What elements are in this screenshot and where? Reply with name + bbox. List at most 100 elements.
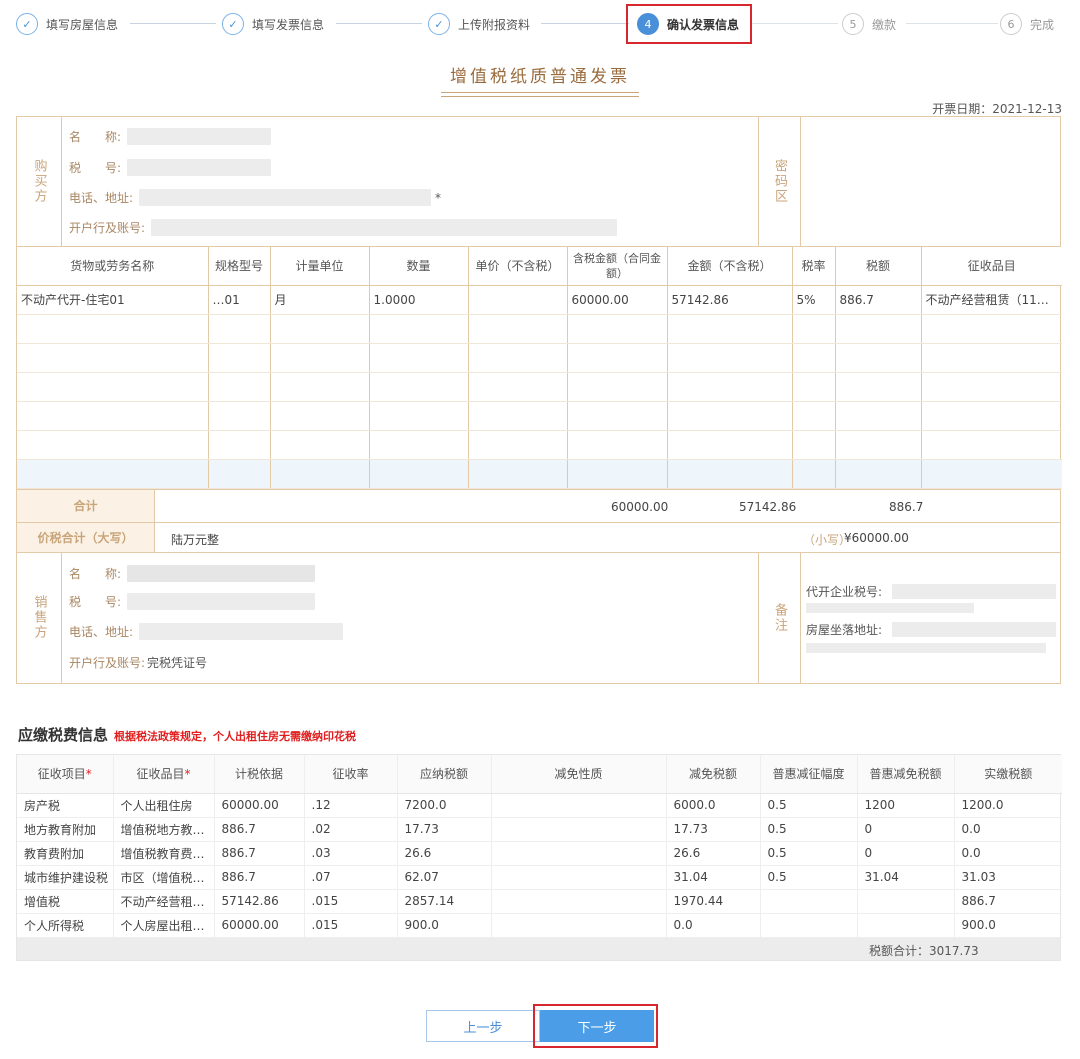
table-cell: 个人所得税 — [17, 913, 114, 938]
table-row — [17, 343, 1062, 373]
table-cell: 26.6 — [666, 841, 761, 866]
title-underline — [441, 92, 639, 93]
seller-side-label: 销售方 — [17, 552, 62, 683]
active-step-highlight — [626, 4, 752, 44]
table-row: 房产税 个人出租住房 60000.00.12 7200.0 6000.0 0.5 1200 1… — [17, 793, 1062, 818]
seller-name-label: 名 称: — [69, 566, 122, 581]
seller-tax-value — [127, 592, 316, 610]
table-cell: 1200 — [857, 793, 955, 818]
table-cell: 0.5 — [760, 817, 858, 842]
col-header: 计税依据 — [214, 755, 305, 794]
item-tax: 886.7 — [835, 285, 922, 315]
seller-bank-label: 开户行及账号: — [69, 655, 146, 670]
table-cell: 2857.14 — [397, 889, 492, 914]
buyer-phone-value — [139, 189, 432, 206]
tax-header-row: 征收项目* 征收品目* 计税依据 征收率 应纳税额 减免性质 减免税额 普惠减征… — [17, 755, 1062, 794]
step-complete: 6 完成 — [1000, 11, 1054, 37]
table-cell: 1970.44 — [666, 889, 761, 914]
table-cell — [491, 817, 667, 842]
sum-amount-excl: 57142.86 — [739, 499, 797, 514]
table-cell: 教育费附加 — [17, 841, 114, 866]
table-cell — [491, 865, 667, 890]
item-spec: …01 — [208, 285, 271, 315]
table-cell: .015 — [304, 889, 398, 914]
item-qty: 1.0000 — [369, 285, 469, 315]
item-price — [468, 285, 568, 315]
buyer-fields: 名 称: 税 号: 电话、地址: * 开户行及账号: — [63, 117, 759, 246]
table-cell: 900.0 — [954, 913, 1062, 938]
remark-company-tax: 代开企业税号: — [806, 584, 883, 599]
col-header: 减免税额 — [666, 755, 761, 794]
table-cell: 31.04 — [857, 865, 955, 890]
remark-blur — [806, 642, 1046, 653]
item-name: 不动产代开-住宅01 — [17, 285, 209, 315]
step-label: 上传附报资料 — [458, 17, 531, 32]
remark-label: 备注 — [759, 552, 801, 683]
table-cell: 62.07 — [397, 865, 492, 890]
table-cell: .07 — [304, 865, 398, 890]
step-label: 缴款 — [872, 17, 897, 32]
total-words: 陆万元整 — [171, 532, 220, 547]
col-header: 数量 — [368, 247, 469, 286]
table-cell: 60000.00 — [214, 793, 305, 818]
password-area — [802, 117, 1060, 246]
seller-bank-value: 完税凭证号 — [147, 655, 208, 670]
progress-stepper: ✓ 填写房屋信息 ✓ 填写发票信息 ✓ 上传附报资料 4 确认发票信息 5 缴款… — [0, 0, 1080, 50]
title-underline — [441, 96, 639, 97]
table-cell: 房产税 — [17, 793, 114, 818]
item-rate: 5% — [792, 285, 836, 315]
table-cell: .12 — [304, 793, 398, 818]
buyer-phone-mark: * — [435, 190, 442, 205]
check-icon: ✓ — [222, 13, 244, 35]
sum-row: 合计 60000.00 57142.86 886.7 — [17, 488, 1060, 523]
invoice-date: 开票日期：2021-12-13 — [932, 102, 1062, 116]
buyer-bank-value — [151, 219, 618, 236]
step-connector — [906, 23, 998, 24]
col-header: 税率 — [791, 247, 836, 286]
table-cell: 0.5 — [760, 865, 858, 890]
table-cell — [760, 913, 858, 938]
total-small: ¥60000.00 — [844, 530, 909, 545]
seller-name-value — [127, 564, 316, 582]
step-label: 完成 — [1030, 17, 1055, 32]
buyer-phone-label: 电话、地址: — [69, 191, 134, 205]
step-upload-attachments: ✓ 上传附报资料 — [428, 11, 530, 37]
col-header: 金额（不含税） — [666, 247, 793, 286]
table-cell: 60000.00 — [214, 913, 305, 938]
col-header: 征收率 — [304, 755, 398, 794]
table-cell: 个人出租住房 — [113, 793, 215, 818]
col-header: 征收品目 — [920, 247, 1062, 286]
table-cell: .03 — [304, 841, 398, 866]
seller-fields: 名 称: 税 号: 电话、地址: 开户行及账号: 完税凭证号 — [63, 552, 759, 683]
buyer-name-label: 名 称: — [69, 130, 122, 144]
remark-address: 房屋坐落地址: — [806, 622, 883, 637]
total-label: 价税合计（大写） — [17, 522, 155, 552]
sum-label: 合计 — [17, 489, 155, 522]
remark-blur — [892, 621, 1056, 637]
table-cell: 0 — [857, 841, 955, 866]
check-icon: ✓ — [16, 13, 38, 35]
buyer-name-row: 名 称: — [69, 128, 272, 145]
remark-blur — [892, 583, 1056, 599]
tax-policy-note: 根据税法政策规定，个人出租住房无需缴纳印花税 — [114, 730, 357, 743]
prev-step-button[interactable]: 上一步 — [426, 1010, 540, 1042]
buyer-phone-row: 电话、地址: * — [69, 189, 441, 206]
table-cell: 886.7 — [214, 817, 305, 842]
table-row: 教育费附加 增值税教育费… 886.7.03 26.6 26.6 0.5 0 0.0 — [17, 841, 1062, 866]
tax-section-title: 应缴税费信息 — [18, 726, 109, 744]
table-cell: 57142.86 — [214, 889, 305, 914]
table-cell — [857, 913, 955, 938]
buyer-bank-label: 开户行及账号: — [69, 221, 146, 235]
table-row — [17, 314, 1062, 344]
next-button-highlight — [533, 1004, 658, 1048]
table-row: 个人所得税 个人房屋出租… 60000.00.015 900.0 0.0 900.0 — [17, 913, 1062, 938]
table-cell: 886.7 — [954, 889, 1062, 914]
table-cell: 26.6 — [397, 841, 492, 866]
total-row: 价税合计（大写） 陆万元整 （小写） ¥60000.00 — [17, 522, 1060, 553]
table-row: 城市维护建设税 市区（增值税… 886.7.07 62.07 31.04 0.5 31.04… — [17, 865, 1062, 890]
step-fill-house-info: ✓ 填写房屋信息 — [16, 11, 118, 37]
col-header: 减免性质 — [491, 755, 667, 794]
table-row — [17, 372, 1062, 402]
table-cell: 不动产经营租… — [113, 889, 215, 914]
buyer-bank-row: 开户行及账号: — [69, 219, 618, 236]
